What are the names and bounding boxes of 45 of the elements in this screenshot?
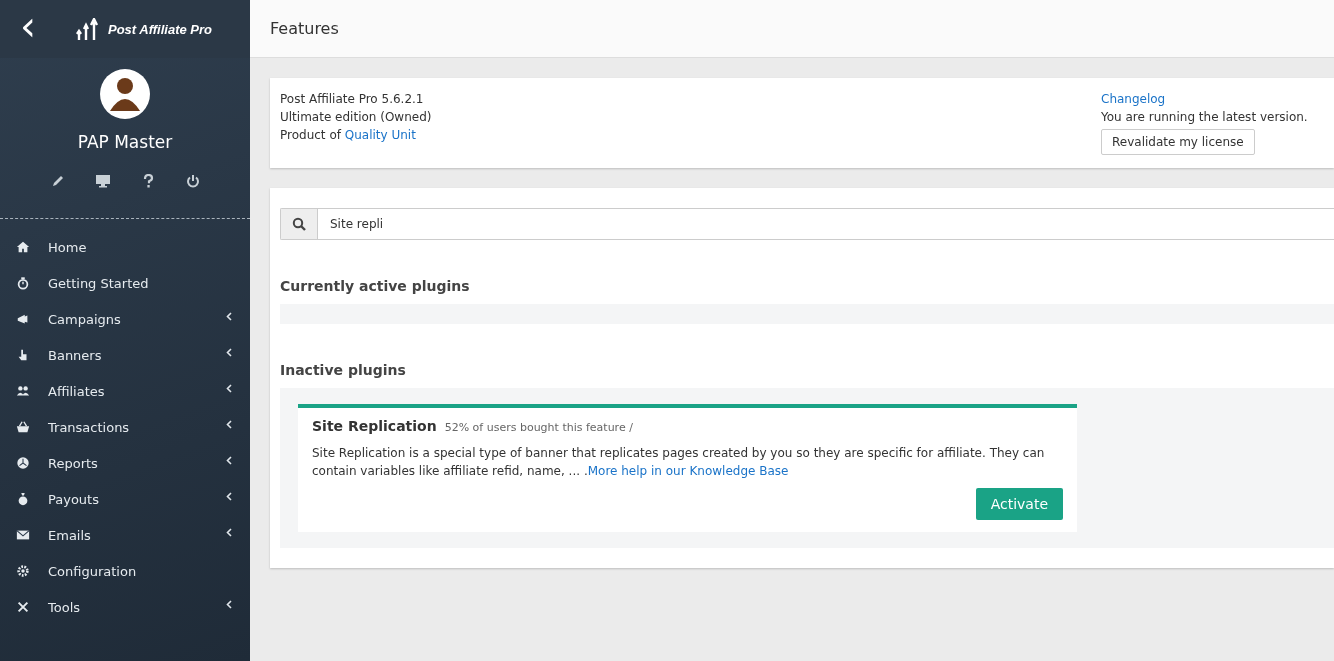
plugin-description: Site Replication is a special type of banner that replicates pages created by you so they are specific for affiliate. They can contain variables like affiliate refid, name, ... .More help in our Knowledge Base [312,445,1046,480]
power-icon[interactable] [185,174,200,188]
version-text: Post Affiliate Pro 5.6.2.1 [280,91,425,108]
nav-item[interactable]: Payouts [0,481,250,517]
nav-item[interactable]: Emails [0,517,250,553]
plugin-name: Site Replication [312,418,437,434]
revalidate-license-button[interactable]: Revalidate my license [1101,129,1255,155]
hand-pointer-icon [16,348,30,362]
edition-text: Ultimate edition (Owned) [280,109,432,126]
monitor-icon[interactable] [95,174,110,188]
home-icon [16,240,30,254]
nav-item[interactable]: Transactions [0,409,250,445]
avatar [100,69,150,119]
pie-chart-icon [16,456,30,470]
help-link[interactable]: More help in our Knowledge Base [587,464,789,478]
user-name: PAP Master [77,132,173,152]
nav-item[interactable]: Banners [0,337,250,373]
search-field[interactable]: Site repli [280,208,1334,240]
envelope-icon [16,528,30,542]
pencil-icon[interactable] [50,174,65,188]
nav-item[interactable]: Campaigns [0,301,250,337]
version-status-text: You are running the latest version. [1101,109,1309,126]
section-heading: Inactive plugins [280,362,407,378]
section-heading: Currently active plugins [280,278,471,294]
nav-item[interactable]: Reports [0,445,250,481]
gear-icon [16,564,30,578]
users-icon [16,384,30,398]
basket-icon [16,420,30,434]
vendor-link[interactable]: Quality Unit [344,128,416,142]
product-of-text: Product of [280,128,341,142]
back-button[interactable]: ‹ [0,6,56,52]
nav-item[interactable]: Affiliates [0,373,250,409]
changelog-link[interactable]: Changelog [1101,92,1166,106]
nav-item[interactable]: Home [0,229,250,265]
stopwatch-icon [16,276,30,290]
logo-text: Post Affiliate Pro [108,21,213,37]
nav-item[interactable]: Tools [0,589,250,625]
page-title: Features [270,19,339,38]
plugin-stats: 52% of users bought this feature / [444,421,633,434]
megaphone-icon [16,312,30,326]
search-icon [292,217,306,231]
arrows-logo-icon [76,18,100,40]
tools-icon [16,600,30,614]
nav-item[interactable]: Configuration [0,553,250,589]
nav-item[interactable]: Getting Started [0,265,250,301]
